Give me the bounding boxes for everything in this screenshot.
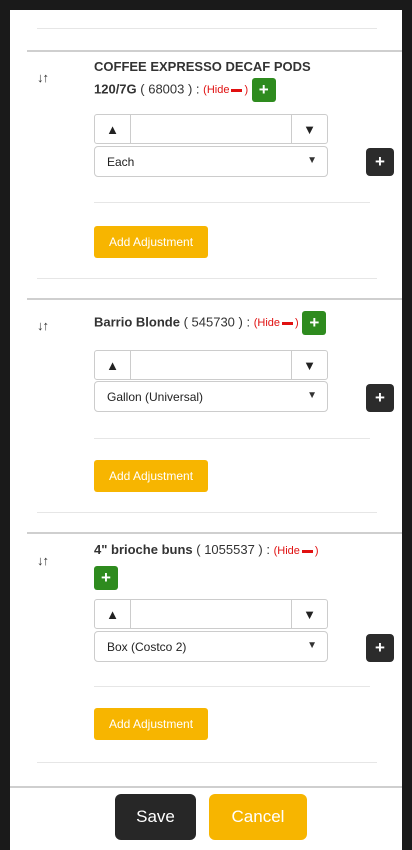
hide-label: (Hide xyxy=(273,545,300,557)
quantity-input[interactable] xyxy=(131,600,291,628)
chevron-down-icon[interactable]: ▼ xyxy=(291,351,327,379)
divider xyxy=(37,28,377,29)
add-item-button[interactable]: + xyxy=(302,311,327,335)
unit-select[interactable]: Gallon (Universal) ▼ xyxy=(94,381,328,412)
quantity-stepper: ▲ ▼ xyxy=(94,599,328,629)
item-title: COFFEE EXPRESSO DECAF PODS 120/7G ( 6800… xyxy=(94,56,364,102)
unit-select[interactable]: Box (Costco 2) ▼ xyxy=(94,631,328,662)
unit-select[interactable]: Each ▼ xyxy=(94,146,328,177)
section-divider xyxy=(27,532,402,534)
quantity-stepper: ▲ ▼ xyxy=(94,114,328,144)
quantity-stepper: ▲ ▼ xyxy=(94,350,328,380)
add-unit-button[interactable]: + xyxy=(366,634,394,662)
chevron-up-icon[interactable]: ▲ xyxy=(95,351,131,379)
chevron-down-icon[interactable]: ▼ xyxy=(291,115,327,143)
item-name-cont: 120/7G xyxy=(94,81,137,97)
minus-icon xyxy=(231,89,243,93)
hide-close: ) xyxy=(295,317,299,330)
add-adjustment-button[interactable]: Add Adjustment xyxy=(94,226,208,258)
chevron-down-icon: ▼ xyxy=(307,390,317,401)
unit-select-value: Each xyxy=(107,154,135,169)
item-code: ( 545730 ) : xyxy=(183,314,251,330)
item-code: ( 68003 ) : xyxy=(140,81,200,97)
sort-icon[interactable]: ↓↑ xyxy=(37,553,49,568)
unit-select-value: Gallon (Universal) xyxy=(107,389,204,404)
hide-label: (Hide xyxy=(203,84,230,97)
item-code: ( 1055537 ) : xyxy=(196,542,270,557)
divider xyxy=(94,686,370,687)
add-unit-button[interactable]: + xyxy=(366,148,394,176)
unit-select-value: Box (Costco 2) xyxy=(107,639,187,654)
hide-close: ) xyxy=(244,84,249,97)
chevron-up-icon[interactable]: ▲ xyxy=(95,600,131,628)
chevron-up-icon[interactable]: ▲ xyxy=(95,115,131,143)
divider xyxy=(94,438,370,439)
minus-icon xyxy=(301,549,313,553)
divider xyxy=(37,278,377,279)
item-title: Barrio Blonde ( 545730 ) : (Hide) + xyxy=(94,311,384,335)
hide-label: (Hide xyxy=(253,317,281,330)
plus-icon: + xyxy=(101,568,111,587)
quantity-input[interactable] xyxy=(131,115,291,143)
plus-icon: + xyxy=(309,313,320,332)
item-name: COFFEE EXPRESSO DECAF PODS xyxy=(94,59,311,74)
hide-link[interactable]: (Hide) xyxy=(254,317,299,329)
divider xyxy=(37,512,377,513)
minus-icon xyxy=(282,322,294,326)
add-adjustment-button[interactable]: Add Adjustment xyxy=(94,460,208,492)
item-name: Barrio Blonde xyxy=(94,314,180,330)
add-adjustment-button[interactable]: Add Adjustment xyxy=(94,708,208,740)
plus-icon: + xyxy=(258,80,269,99)
save-button[interactable]: Save xyxy=(115,794,196,840)
item-title: 4" brioche buns ( 1055537 ) : (Hide) xyxy=(94,539,384,562)
cancel-button[interactable]: Cancel xyxy=(209,794,307,840)
hide-link[interactable]: (Hide) xyxy=(274,545,319,557)
divider xyxy=(37,762,377,763)
divider xyxy=(94,202,370,203)
plus-icon: + xyxy=(375,152,385,171)
section-divider xyxy=(27,298,402,300)
sort-icon[interactable]: ↓↑ xyxy=(37,318,49,333)
app-frame: ↓↑ COFFEE EXPRESSO DECAF PODS 120/7G ( 6… xyxy=(0,0,412,850)
quantity-input[interactable] xyxy=(131,351,291,379)
add-item-button[interactable]: + xyxy=(94,566,118,590)
sort-icon[interactable]: ↓↑ xyxy=(37,70,49,85)
chevron-down-icon[interactable]: ▼ xyxy=(291,600,327,628)
chevron-down-icon: ▼ xyxy=(307,155,317,166)
add-item-button[interactable]: + xyxy=(251,78,276,102)
hide-close: ) xyxy=(314,545,319,557)
plus-icon: + xyxy=(375,638,385,657)
chevron-down-icon: ▼ xyxy=(307,640,317,651)
plus-icon: + xyxy=(375,388,385,407)
footer-bar: Save Cancel xyxy=(10,786,402,850)
hide-link[interactable]: (Hide) xyxy=(203,84,248,96)
item-name: 4" brioche buns xyxy=(94,542,193,557)
section-divider xyxy=(27,50,402,52)
add-unit-button[interactable]: + xyxy=(366,384,394,412)
